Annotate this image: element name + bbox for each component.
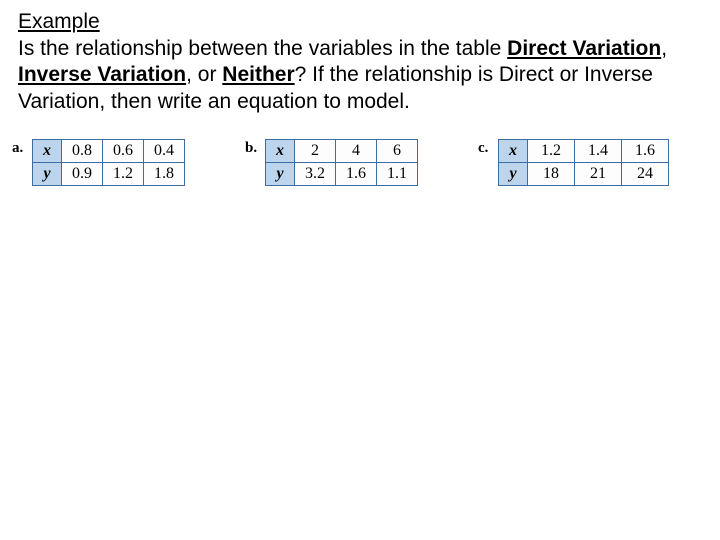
cell: 2	[295, 139, 336, 162]
cell: 1.4	[575, 139, 622, 162]
cell: 1.8	[144, 162, 185, 185]
cell: 0.9	[62, 162, 103, 185]
cell: 6	[377, 139, 418, 162]
table-c: x 1.2 1.4 1.6 y 18 21 24	[498, 139, 669, 186]
cell: 1.6	[336, 162, 377, 185]
question-text: Is the relationship between the variable…	[18, 36, 702, 115]
y-header: y	[33, 162, 62, 185]
table-row: x 0.8 0.6 0.4	[33, 139, 185, 162]
term-direct-variation: Direct Variation	[507, 37, 661, 60]
table-group-c: c. x 1.2 1.4 1.6 y 18 21 24	[478, 139, 669, 186]
cell: 1.6	[622, 139, 669, 162]
table-row: y 0.9 1.2 1.8	[33, 162, 185, 185]
term-neither: Neither	[222, 63, 294, 86]
part-label-c: c.	[478, 139, 492, 156]
x-header: x	[499, 139, 528, 162]
table-group-b: b. x 2 4 6 y 3.2 1.6 1.1	[245, 139, 418, 186]
cell: 21	[575, 162, 622, 185]
cell: 0.8	[62, 139, 103, 162]
y-header: y	[499, 162, 528, 185]
y-header: y	[266, 162, 295, 185]
table-b: x 2 4 6 y 3.2 1.6 1.1	[265, 139, 418, 186]
tables-row: a. x 0.8 0.6 0.4 y 0.9 1.2 1.8 b.	[12, 139, 702, 186]
x-header: x	[33, 139, 62, 162]
cell: 0.4	[144, 139, 185, 162]
table-row: y 18 21 24	[499, 162, 669, 185]
part-label-b: b.	[245, 139, 259, 156]
question-part-1: Is the relationship between the variable…	[18, 37, 507, 60]
question-part-2: ,	[661, 37, 667, 60]
table-row: y 3.2 1.6 1.1	[266, 162, 418, 185]
part-label-a: a.	[12, 139, 26, 156]
cell: 3.2	[295, 162, 336, 185]
slide: Example Is the relationship between the …	[0, 0, 720, 196]
cell: 1.1	[377, 162, 418, 185]
table-a: x 0.8 0.6 0.4 y 0.9 1.2 1.8	[32, 139, 185, 186]
x-header: x	[266, 139, 295, 162]
cell: 24	[622, 162, 669, 185]
cell: 4	[336, 139, 377, 162]
table-group-a: a. x 0.8 0.6 0.4 y 0.9 1.2 1.8	[12, 139, 185, 186]
example-heading: Example	[18, 10, 702, 34]
cell: 0.6	[103, 139, 144, 162]
cell: 1.2	[528, 139, 575, 162]
cell: 1.2	[103, 162, 144, 185]
term-inverse-variation: Inverse Variation	[18, 63, 186, 86]
question-part-3: , or	[186, 63, 222, 86]
cell: 18	[528, 162, 575, 185]
table-row: x 1.2 1.4 1.6	[499, 139, 669, 162]
table-row: x 2 4 6	[266, 139, 418, 162]
